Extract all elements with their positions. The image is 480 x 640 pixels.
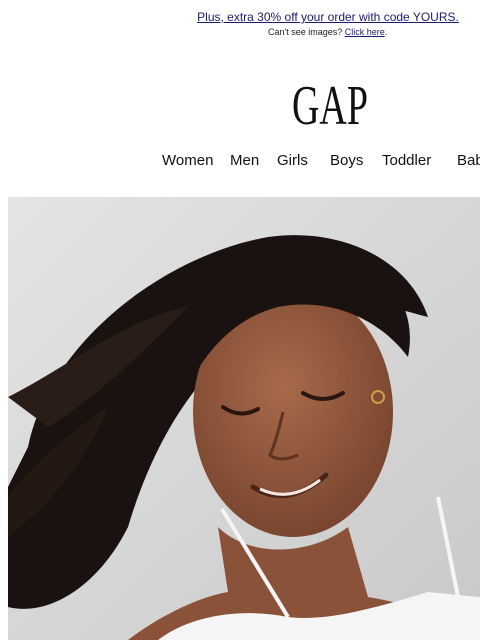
logo-text: GAP (292, 74, 368, 128)
nav-item-women[interactable]: Women (162, 152, 213, 169)
cant-see-prefix: Can't see images? (268, 27, 345, 37)
hero-image[interactable] (8, 197, 480, 640)
nav-item-men[interactable]: Men (230, 152, 259, 169)
cant-see-images-text: Can't see images? Click here. (268, 27, 387, 37)
nav-item-boys[interactable]: Boys (330, 152, 363, 169)
email-page: Plus, extra 30% off your order with code… (0, 0, 480, 640)
nav-item-baby[interactable]: Bab (457, 152, 480, 169)
gap-logo-mark: GAP (292, 74, 368, 137)
category-nav: Women Men Girls Boys Toddler Bab (0, 152, 480, 174)
cant-see-suffix: . (384, 27, 388, 37)
nav-item-girls[interactable]: Girls (277, 152, 308, 169)
hero-illustration (8, 197, 480, 640)
promo-link[interactable]: Plus, extra 30% off your order with code… (197, 10, 459, 24)
click-here-link[interactable]: Click here (345, 27, 385, 37)
nav-item-toddler[interactable]: Toddler (382, 152, 431, 169)
gap-logo[interactable]: GAP (291, 68, 369, 137)
